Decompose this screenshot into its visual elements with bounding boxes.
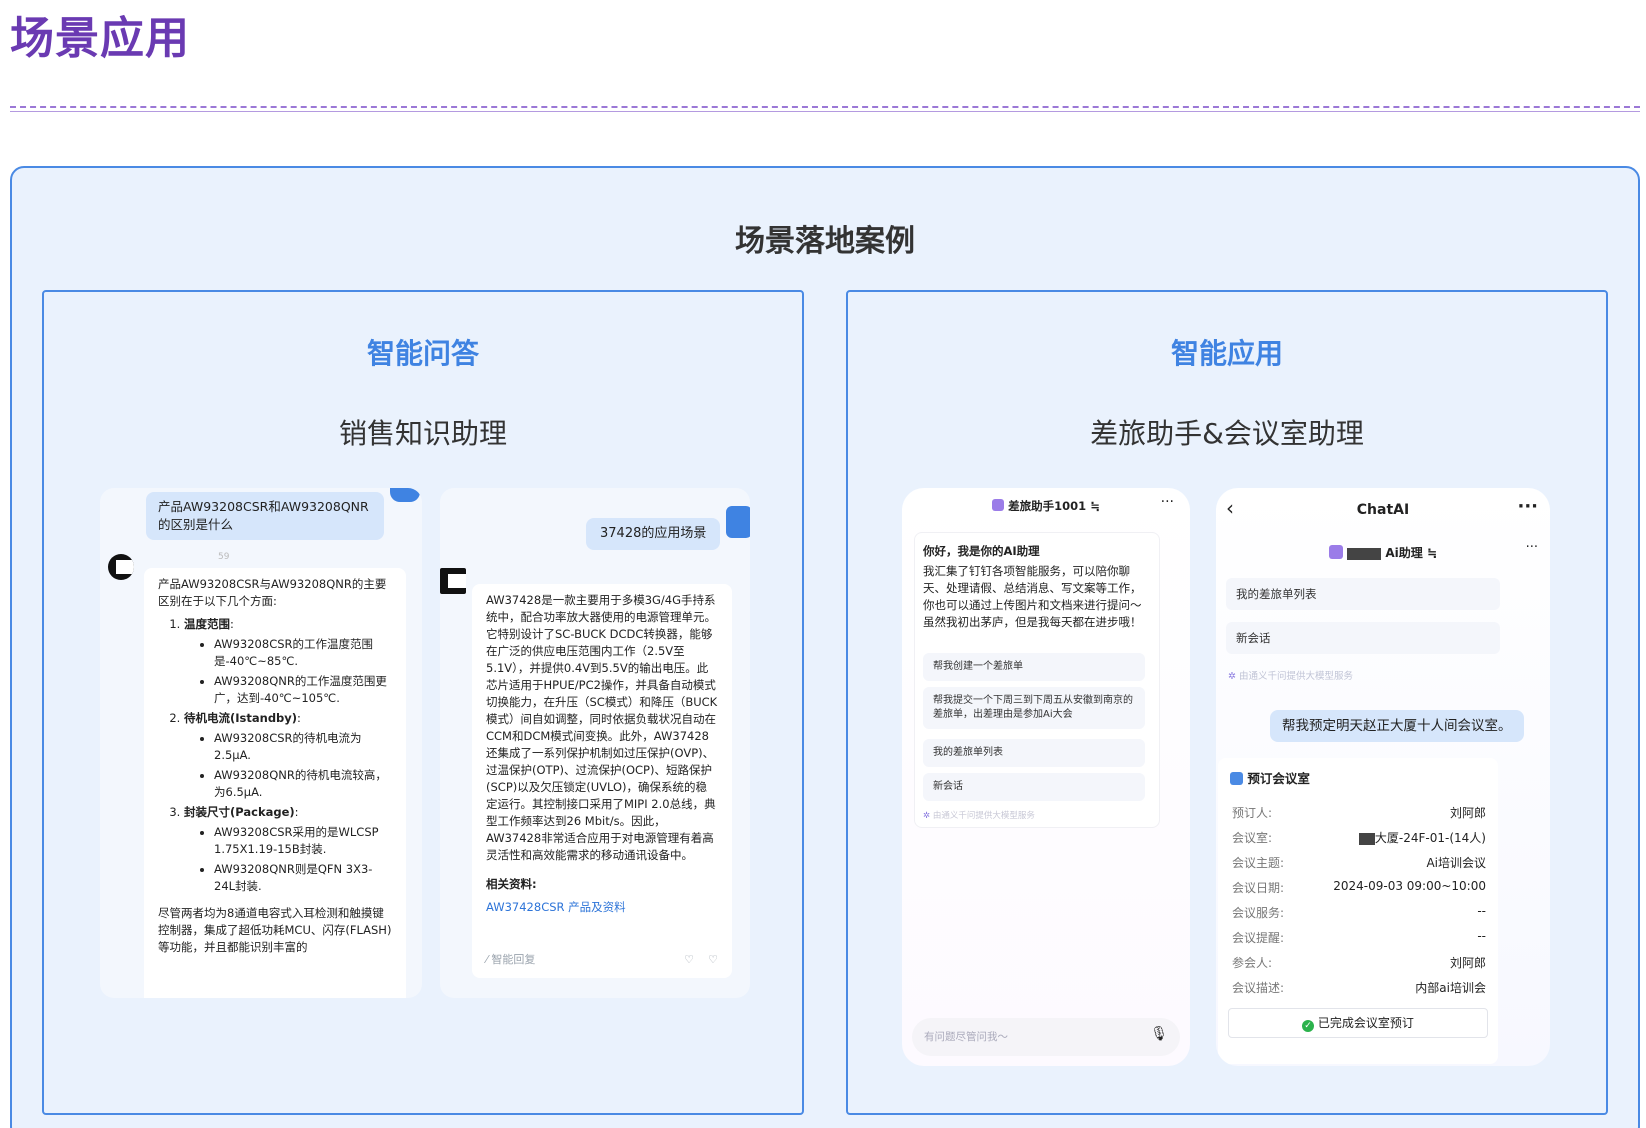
screenshot-travel-assistant: 差旅助手1001 ≒ ··· 你好，我是你的AI助理 我汇集了钉钉各项智能服务，…: [902, 488, 1190, 1066]
card-smart-app: 智能应用 差旅助手&会议室助理 差旅助手1001 ≒ ··· 你好，我是你的AI…: [846, 290, 1608, 1115]
screenshot-qa-compare: 产品AW93208CSR和AW93208QNR的区别是什么 59 产品AW932…: [100, 488, 422, 998]
answer-footer: ⁄ 智能回复 ♡ ♡: [486, 951, 718, 968]
suggestion-chip[interactable]: 帮我创建一个差旅单: [923, 653, 1145, 681]
card-category: 智能应用: [1170, 337, 1283, 370]
user-question: 产品AW93208CSR和AW93208QNR的区别是什么: [146, 492, 384, 540]
card-smart-qa: 智能问答 销售知识助理 产品AW93208CSR和AW93208QNR的区别是什…: [42, 290, 804, 1115]
bot-header: Ai助理 ≒: [1216, 544, 1550, 561]
nav-title: ChatAI: [1356, 502, 1410, 518]
field-row: 会议室: 大厦-24F-01-(14人): [1232, 831, 1486, 845]
card-subtitle: 销售知识助理: [338, 417, 507, 450]
app-icon: [1328, 545, 1343, 559]
check-circle-icon: ✓: [1302, 1020, 1315, 1032]
suggestion-chip[interactable]: 新会话: [923, 773, 1145, 801]
booking-done-button[interactable]: ✓ 已完成会议室预订: [1228, 1008, 1488, 1038]
redacted-room: [1358, 832, 1375, 845]
bot-name: 差旅助手1001: [1008, 499, 1087, 513]
user-question: 37428的应用场景: [586, 518, 721, 550]
reference-label: 相关资料:: [486, 877, 537, 891]
answer-conclusion: 尽管两者均为8通道电容式入耳检测和触摸键控制器，集成了超低功耗MCU、闪存(FL…: [158, 906, 392, 954]
answer-bubble: AW37428是一款主要用于多模3G/4G手持系统中，配合功率放大器使用的电源管…: [472, 584, 732, 978]
answer-detail: AW93208CSR采用的是WLCSP 1.75X1.19-15B封装.: [214, 824, 392, 858]
thumbs-up-icon[interactable]: ♡: [684, 951, 694, 968]
greeting-card: 你好，我是你的AI助理 我汇集了钉钉各项智能服务，可以陪你聊天、处理请假、总结消…: [914, 532, 1160, 828]
screenshot-qa-application: 37428的应用场景 AW37428是一款主要用于多模3G/4G手持系统中，配合…: [440, 488, 750, 998]
reference-link[interactable]: AW37428CSR 产品及资料: [486, 899, 718, 916]
calendar-icon: [1230, 772, 1243, 785]
suggestion-chip[interactable]: 帮我提交一个下周三到下周五从安徽到南京的差旅单，出差理由是参加Ai大会: [923, 687, 1145, 729]
answer-detail: AW93208QNR的待机电流较高，为6.5μA.: [214, 767, 392, 801]
card-category: 智能问答: [366, 337, 479, 370]
smart-reply-icon: ⁄: [486, 953, 488, 966]
card-subtitle: 差旅助手&会议室助理: [1090, 417, 1364, 450]
send-avatar: [390, 488, 420, 502]
bot-name: Ai助理: [1385, 546, 1423, 560]
answer-point: 待机电流(Istandby): AW93208CSR的待机电流为2.5μA.AW…: [184, 710, 392, 801]
powered-by: ✲ 由通义千问提供大模型服务: [923, 811, 1035, 821]
section-heading: 场景落地案例: [735, 224, 915, 259]
more-icon[interactable]: ···: [1526, 540, 1538, 555]
more-icon[interactable]: ···: [1161, 494, 1174, 510]
microphone-icon[interactable]: 🎙: [1150, 1026, 1168, 1042]
field-row: 会议主题: Ai培训会议: [1232, 856, 1486, 870]
answer-text: AW37428是一款主要用于多模3G/4G手持系统中，配合功率放大器使用的电源管…: [486, 593, 718, 862]
answer-points: 温度范围: AW93208CSR的工作温度范围是-40℃~85℃.AW93208…: [158, 616, 392, 895]
answer-detail: AW93208QNR的工作温度范围更广，达到-40℃~105℃.: [214, 673, 392, 707]
suggestion-chip[interactable]: 我的差旅单列表: [923, 739, 1145, 767]
page-title: 场景应用: [10, 13, 190, 64]
field-row: 会议提醒: --: [1232, 929, 1486, 945]
chat-input[interactable]: 有问题尽管问我～ 🎙: [912, 1018, 1180, 1056]
field-row: 会议描述: 内部ai培训会: [1232, 981, 1486, 995]
input-placeholder: 有问题尽管问我～: [924, 1031, 1008, 1043]
powered-by: ✲ 由通义千问提供大模型服务: [1228, 671, 1354, 682]
model-logo-icon: ✲: [1228, 671, 1236, 682]
redacted-name: [1347, 547, 1382, 560]
suggestion-chip[interactable]: 我的差旅单列表: [1226, 578, 1500, 610]
scenario-panel: 场景落地案例 智能问答 销售知识助理 产品AW93208CSR和AW93208Q…: [10, 166, 1640, 1128]
screenshot-meeting-room-assistant: ‹ ChatAI ··· Ai助理 ≒ ··· 我的差旅单列表 新会话 ✲ 由通…: [1216, 488, 1550, 1066]
bot-avatar: [108, 554, 134, 580]
field-row: 会议日期: 2024-09-03 09:00~10:00: [1232, 879, 1486, 895]
field-row: 参会人: 刘阿郎: [1232, 956, 1486, 970]
answer-detail: AW93208CSR的工作温度范围是-40℃~85℃.: [214, 636, 392, 670]
app-icon: [992, 499, 1005, 511]
field-row: 预订人: 刘阿郎: [1232, 806, 1486, 820]
card-header: 预订会议室: [1230, 768, 1310, 787]
more-icon[interactable]: ···: [1517, 496, 1538, 517]
answer-bubble: 产品AW93208CSR与AW93208QNR的主要区别在于以下几个方面: 温度…: [144, 568, 406, 998]
send-avatar: [726, 506, 750, 538]
booking-card: 预订会议室 预订人: 刘阿郎 会议室: 大厦-24F-01-(14人) 会议主题: A…: [1218, 758, 1498, 1064]
answer-point: 温度范围: AW93208CSR的工作温度范围是-40℃~85℃.AW93208…: [184, 616, 392, 707]
answer-detail: AW93208QNR则是QFN 3X3-24L封装.: [214, 861, 392, 895]
smart-reply-label: 智能回复: [491, 953, 536, 966]
answer-point: 封装尺寸(Package): AW93208CSR采用的是WLCSP 1.75X…: [184, 804, 392, 895]
bot-avatar: [440, 568, 466, 594]
field-row: 会议服务: --: [1232, 904, 1486, 920]
answer-intro: 产品AW93208CSR与AW93208QNR的主要区别在于以下几个方面:: [158, 577, 387, 608]
greeting-body: 我汇集了钉钉各项智能服务，可以陪你聊天、处理请假、总结消息、写文案等工作，你也可…: [923, 564, 1142, 629]
user-message: 帮我预定明天赵正大厦十人间会议室。: [1270, 710, 1524, 742]
thumbs-down-icon[interactable]: ♡: [708, 951, 718, 968]
answer-detail: AW93208CSR的待机电流为2.5μA.: [214, 730, 392, 764]
switch-icon[interactable]: ≒: [1427, 546, 1437, 560]
title-divider: [10, 106, 1640, 108]
sender-meta: 59: [218, 552, 230, 562]
title-divider-secondary: [10, 111, 1640, 112]
bot-header: 差旅助手1001 ≒: [902, 498, 1190, 514]
suggestion-chip[interactable]: 新会话: [1226, 622, 1500, 654]
greeting-title: 你好，我是你的AI助理: [923, 544, 1040, 558]
model-logo-icon: ✲: [923, 811, 931, 821]
switch-icon[interactable]: ≒: [1090, 499, 1100, 513]
